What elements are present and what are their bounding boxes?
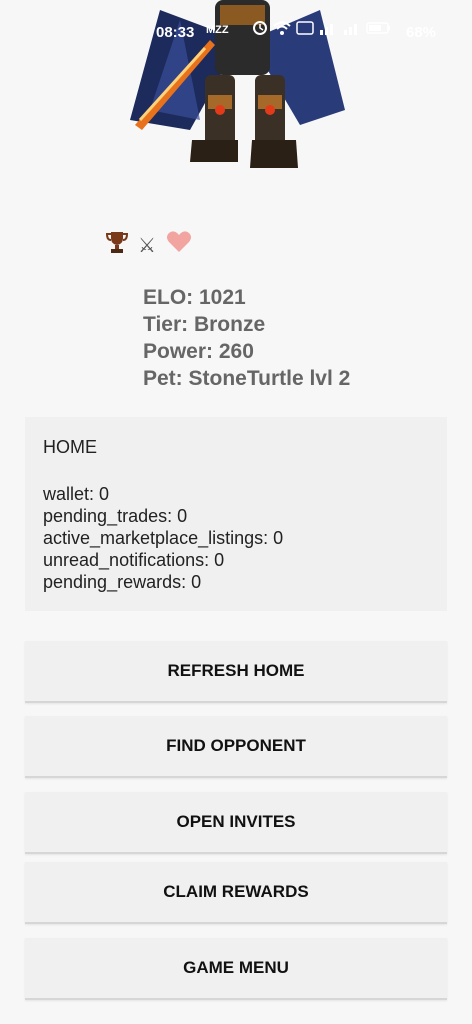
home-stats-list: wallet: 0 pending_trades: 0 active_marke… bbox=[43, 483, 283, 593]
home-card: HOME wallet: 0 pending_trades: 0 active_… bbox=[25, 417, 447, 611]
wallet-row: wallet: 0 bbox=[43, 484, 110, 504]
notification-text: MZZ bbox=[206, 24, 229, 36]
crossed-swords-icon: ⚔ bbox=[138, 234, 156, 257]
pending-trades-row: pending_trades: 0 bbox=[43, 506, 188, 526]
elo-stat: ELO: 1021 bbox=[143, 286, 246, 309]
wifi-icon bbox=[273, 21, 291, 35]
player-stats: ELO: 1021 Tier: Bronze Power: 260 Pet: S… bbox=[143, 284, 350, 392]
open-invites-button[interactable]: OPEN INVITES bbox=[25, 792, 447, 854]
power-stat: Power: 260 bbox=[143, 340, 254, 363]
battery-icon bbox=[366, 22, 390, 34]
status-time: 08:33 bbox=[156, 24, 195, 41]
claim-rewards-button[interactable]: CLAIM REWARDS bbox=[25, 862, 447, 924]
trophy-icon bbox=[105, 230, 129, 260]
volte-icon bbox=[296, 21, 314, 35]
refresh-home-button[interactable]: REFRESH HOME bbox=[25, 641, 447, 703]
battery-percent: 68% bbox=[406, 24, 437, 41]
signal-icon-2 bbox=[344, 24, 357, 35]
game-menu-button[interactable]: GAME MENU bbox=[25, 938, 447, 1000]
alarm-icon bbox=[253, 21, 267, 35]
find-opponent-button[interactable]: FIND OPPONENT bbox=[25, 716, 447, 778]
heart-icon bbox=[166, 230, 192, 260]
pet-stat: Pet: StoneTurtle lvl 2 bbox=[143, 367, 351, 390]
signal-icon bbox=[320, 24, 333, 35]
tier-stat: Tier: Bronze bbox=[143, 313, 266, 336]
pending-rewards-row: pending_rewards: 0 bbox=[43, 572, 202, 592]
unread-notifications-row: unread_notifications: 0 bbox=[43, 550, 225, 570]
status-icons bbox=[252, 20, 392, 36]
status-bar: 08:33 MZZ 68% bbox=[0, 18, 472, 48]
profile-icon-row: ⚔ bbox=[105, 230, 192, 260]
marketplace-listings-row: active_marketplace_listings: 0 bbox=[43, 528, 284, 548]
home-title: HOME bbox=[43, 437, 97, 457]
